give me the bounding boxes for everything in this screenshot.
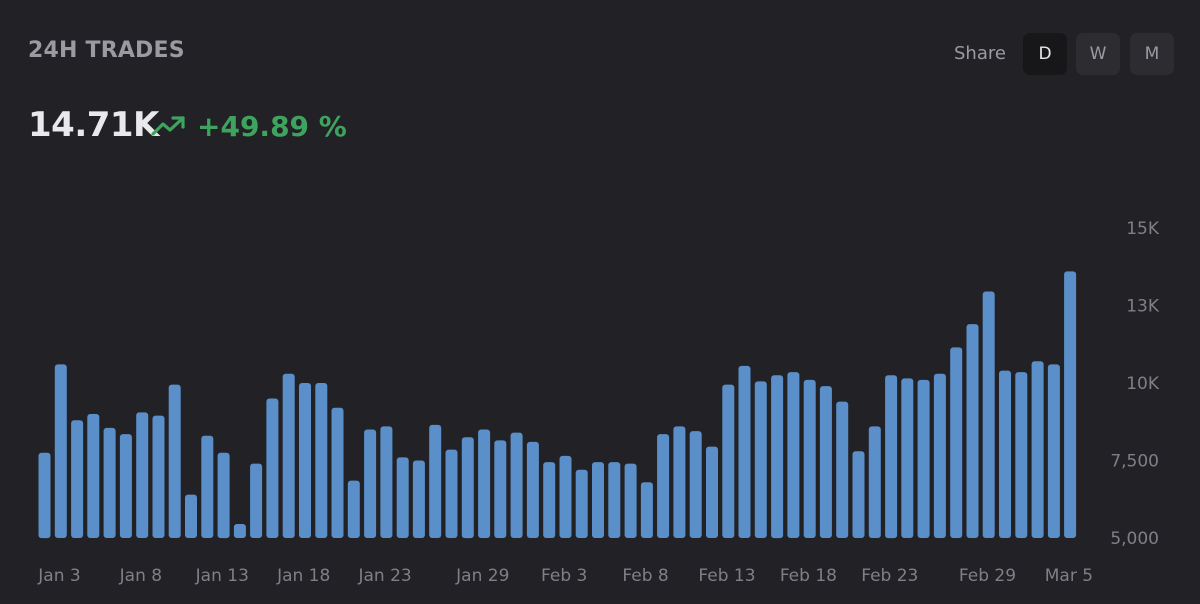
- bar[interactable]: [315, 383, 328, 538]
- bar[interactable]: [754, 381, 767, 538]
- bar[interactable]: [950, 347, 963, 538]
- bar[interactable]: [706, 446, 718, 538]
- bar[interactable]: [738, 365, 751, 538]
- bar[interactable]: [999, 370, 1011, 538]
- bar[interactable]: [624, 463, 637, 538]
- bar[interactable]: [445, 449, 458, 538]
- x-tick-label: Feb 18: [780, 566, 837, 586]
- bar[interactable]: [217, 452, 230, 539]
- y-tick-label: 5,000: [1110, 529, 1159, 549]
- bar[interactable]: [543, 462, 556, 538]
- bar[interactable]: [868, 426, 881, 538]
- x-tick-label: Jan 18: [276, 566, 330, 586]
- bar[interactable]: [771, 375, 784, 539]
- bar[interactable]: [575, 469, 588, 538]
- y-tick-label: 7,500: [1110, 452, 1159, 472]
- bar[interactable]: [54, 364, 67, 538]
- bar[interactable]: [71, 420, 84, 538]
- bar[interactable]: [689, 431, 702, 538]
- bar[interactable]: [592, 462, 604, 538]
- bar[interactable]: [494, 440, 507, 538]
- x-tick-label: Feb 8: [622, 566, 668, 586]
- bar[interactable]: [185, 494, 197, 538]
- x-tick-label: Feb 29: [959, 566, 1016, 586]
- bar[interactable]: [966, 324, 979, 538]
- x-tick-label: Jan 29: [455, 566, 509, 586]
- y-tick-label: 15K: [1126, 219, 1160, 239]
- bar[interactable]: [103, 427, 116, 538]
- bar[interactable]: [933, 373, 946, 538]
- bar[interactable]: [331, 407, 344, 538]
- bar[interactable]: [364, 429, 377, 539]
- bar[interactable]: [836, 401, 849, 538]
- bar[interactable]: [250, 463, 263, 538]
- x-tick-label: Jan 8: [119, 566, 162, 586]
- bar[interactable]: [901, 378, 914, 538]
- bar[interactable]: [412, 460, 425, 539]
- x-tick-label: Feb 3: [541, 566, 587, 586]
- x-tick-label: Mar 5: [1045, 566, 1093, 586]
- bar[interactable]: [1064, 271, 1077, 538]
- x-tick-label: Jan 3: [37, 566, 80, 586]
- y-tick-label: 13K: [1126, 297, 1160, 317]
- bar[interactable]: [608, 462, 621, 538]
- bar[interactable]: [722, 384, 735, 538]
- bar[interactable]: [478, 429, 491, 539]
- bar[interactable]: [396, 457, 409, 538]
- bar[interactable]: [917, 379, 930, 538]
- bar[interactable]: [673, 426, 686, 538]
- bar[interactable]: [152, 415, 165, 538]
- bar[interactable]: [510, 432, 523, 538]
- bar[interactable]: [233, 524, 246, 538]
- x-tick-label: Feb 23: [861, 566, 918, 586]
- bar[interactable]: [429, 424, 442, 538]
- bar[interactable]: [640, 482, 653, 538]
- bar[interactable]: [347, 480, 360, 538]
- bar[interactable]: [266, 398, 279, 539]
- x-tick-label: Feb 13: [698, 566, 755, 586]
- y-tick-label: 10K: [1126, 374, 1160, 394]
- bar[interactable]: [819, 386, 832, 538]
- bar[interactable]: [559, 455, 572, 538]
- trades-card: 24H TRADES Share D W M 14.71K +49.89 % 1…: [0, 0, 1200, 604]
- x-tick-label: Jan 13: [195, 566, 249, 586]
- bar[interactable]: [803, 379, 816, 538]
- bar[interactable]: [119, 434, 132, 538]
- bar[interactable]: [982, 291, 995, 539]
- bar[interactable]: [282, 373, 295, 538]
- bar[interactable]: [657, 434, 670, 538]
- bar-chart: 15K 13K 10K 7,500 5,000 Jan 3 Jan 8 Jan 13 Jan 1…: [37, 219, 1160, 586]
- bar[interactable]: [1047, 364, 1060, 538]
- bar[interactable]: [201, 435, 214, 538]
- bar[interactable]: [299, 383, 311, 538]
- bar[interactable]: [885, 375, 898, 539]
- bar[interactable]: [787, 372, 800, 538]
- x-tick-label: Jan 23: [357, 566, 411, 586]
- bar[interactable]: [136, 412, 149, 538]
- bar[interactable]: [1015, 372, 1028, 538]
- bar[interactable]: [168, 384, 181, 538]
- bar[interactable]: [38, 452, 51, 539]
- bar[interactable]: [380, 426, 393, 538]
- bar[interactable]: [87, 414, 100, 538]
- bar[interactable]: [1031, 361, 1044, 538]
- bar[interactable]: [526, 441, 539, 538]
- bar[interactable]: [461, 437, 474, 539]
- bar[interactable]: [852, 451, 865, 538]
